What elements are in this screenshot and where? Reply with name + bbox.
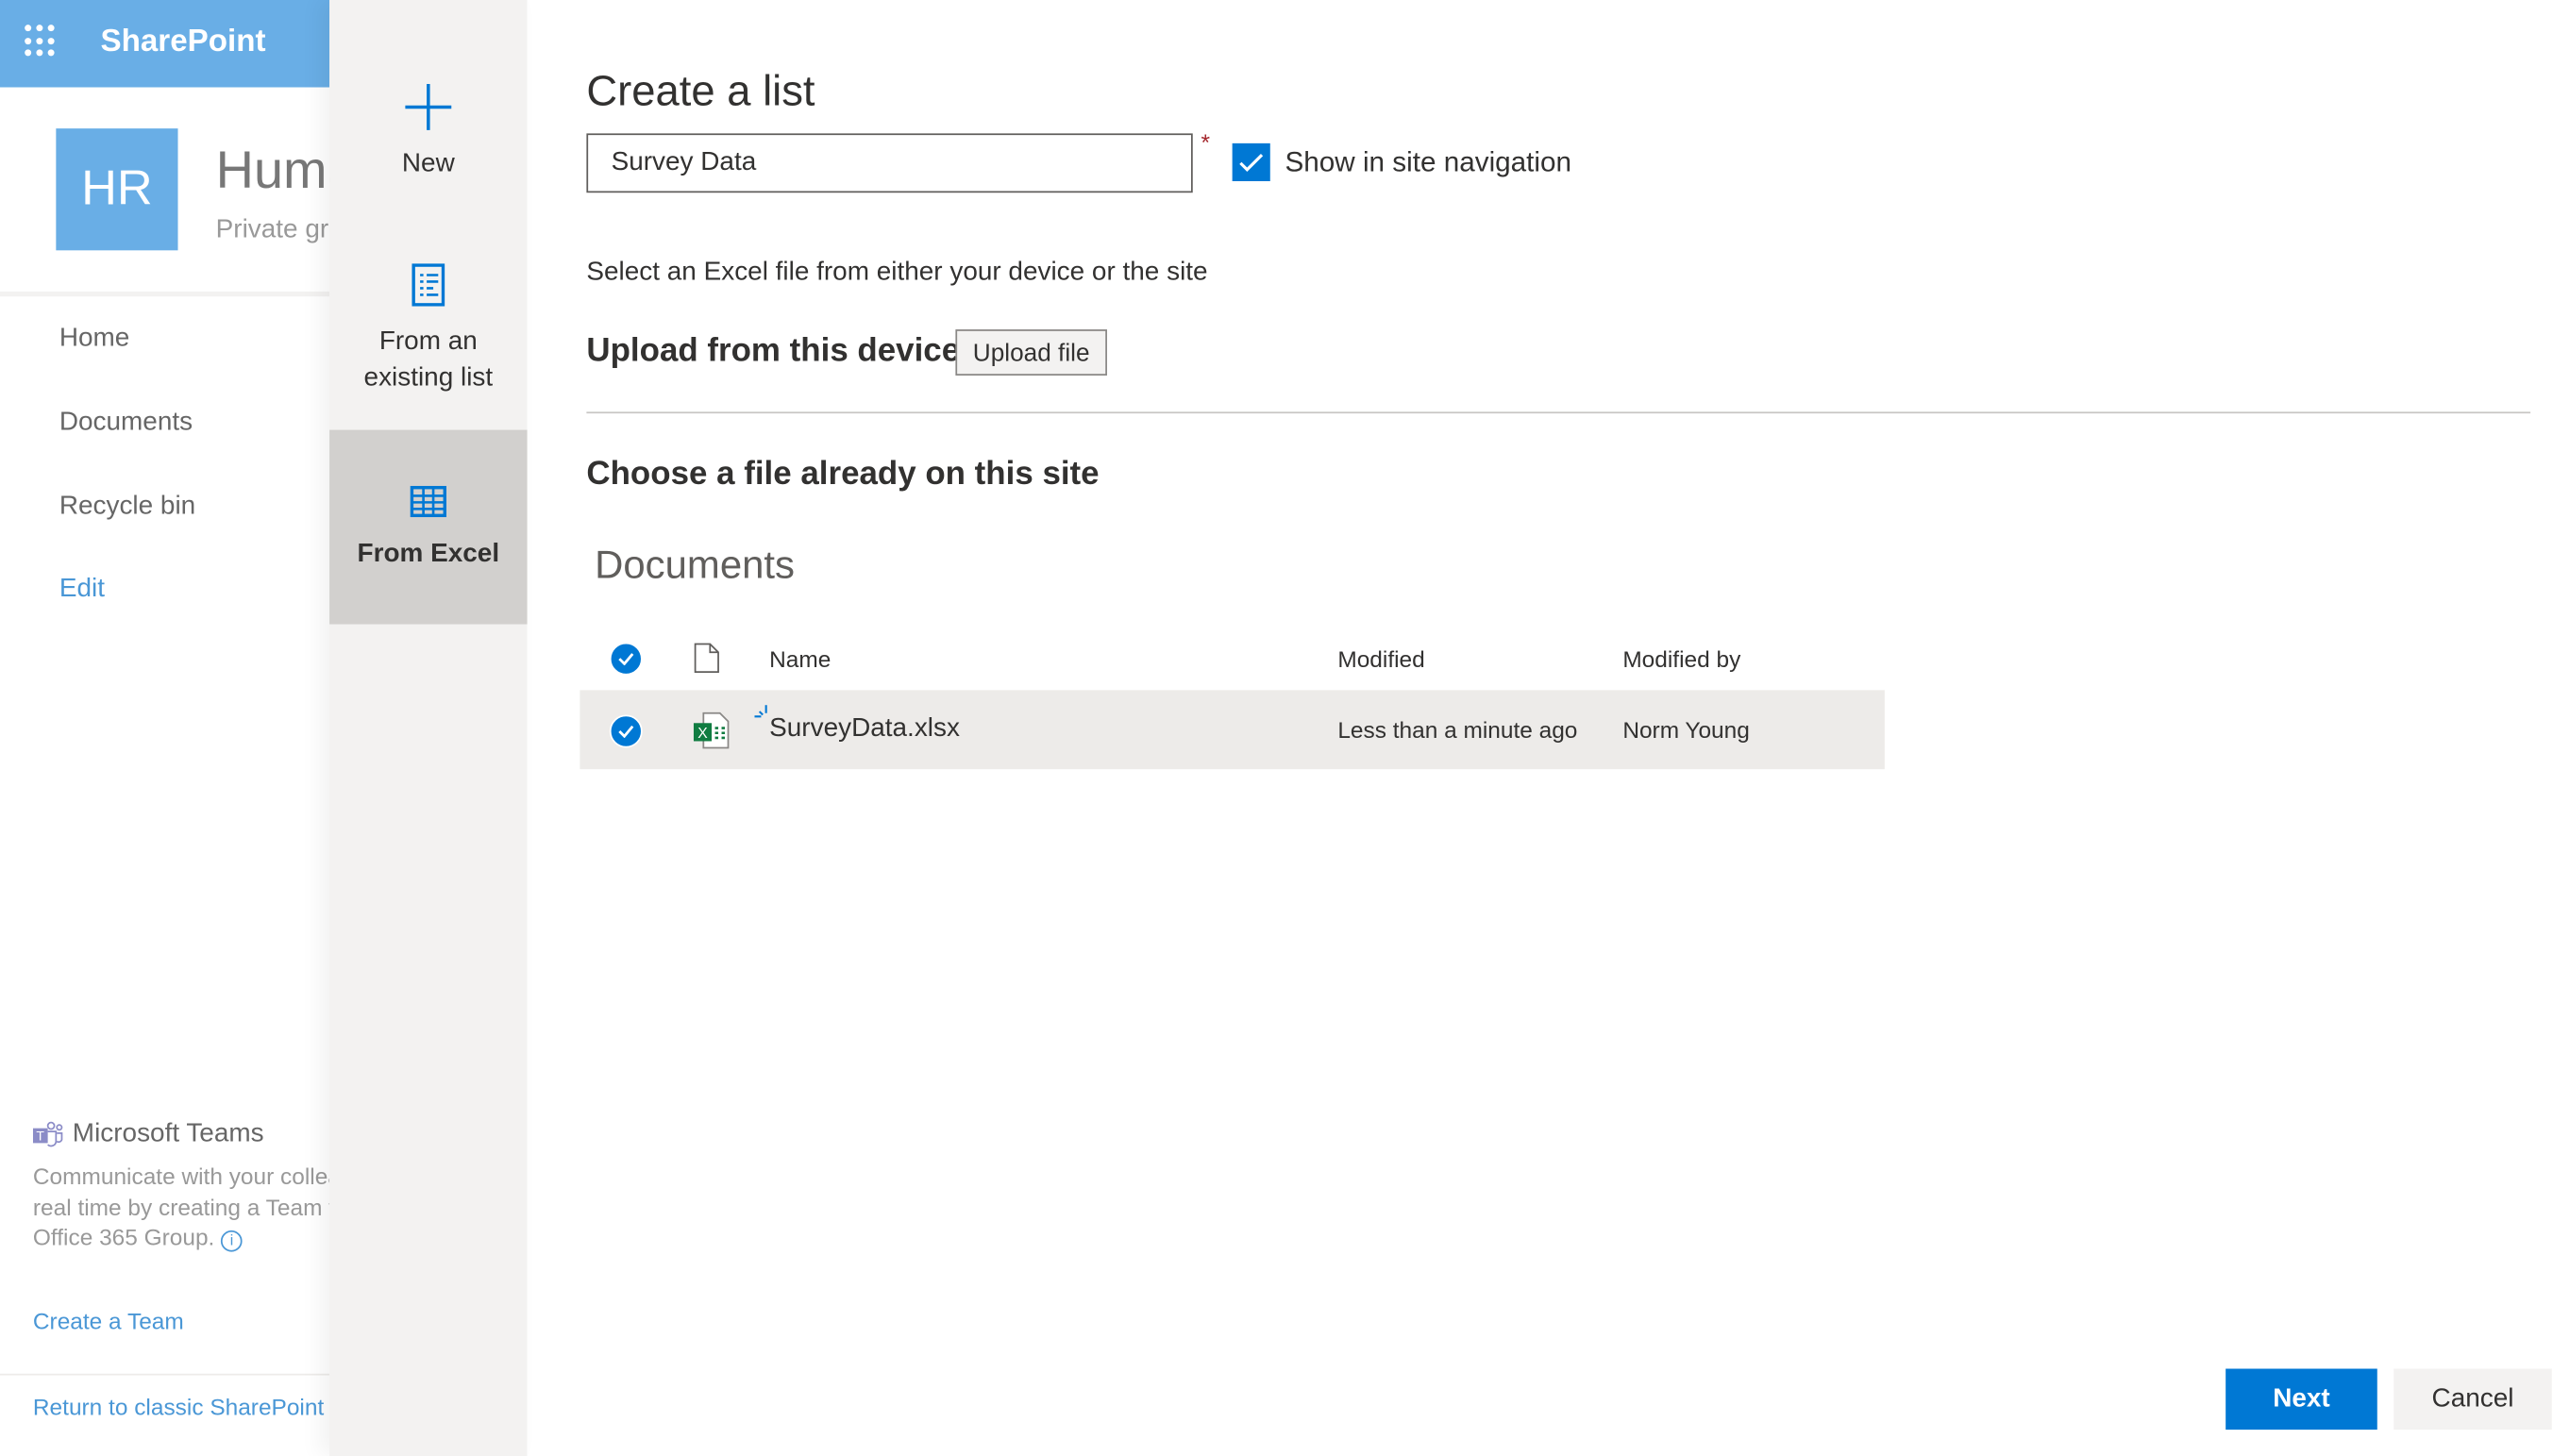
nav-item-home[interactable]: Home (59, 325, 130, 354)
column-header-modified[interactable]: Modified (1337, 645, 1424, 672)
option-from-existing-list[interactable]: From an existing list (329, 263, 527, 411)
site-subtitle: Private group (215, 215, 329, 244)
column-header-modified-by[interactable]: Modified by (1622, 645, 1740, 672)
cell-modified-by[interactable]: Norm Young (1622, 716, 1750, 743)
nav-item-recycle-bin[interactable]: Recycle bin (59, 493, 195, 522)
teams-icon: T (32, 1120, 63, 1146)
option-label: From Excel (357, 540, 500, 569)
page-title: Create a list (586, 65, 815, 116)
site-title[interactable]: Human Resources (216, 140, 329, 201)
row-checkbox[interactable] (609, 714, 643, 748)
instruction-text: Select an Excel file from either your de… (586, 259, 1208, 287)
file-name-link[interactable]: SurveyData.xlsx (769, 715, 960, 745)
create-list-form: Create a list * Show in site navigation … (528, 0, 2570, 1456)
option-new[interactable]: New (329, 82, 527, 214)
return-to-classic-link[interactable]: Return to classic SharePoint (33, 1394, 324, 1420)
nav-item-documents[interactable]: Documents (59, 409, 193, 438)
column-header-name[interactable]: Name (769, 645, 831, 672)
option-from-excel[interactable]: From Excel (329, 429, 528, 625)
choose-file-heading: Choose a file already on this site (586, 456, 1100, 493)
teams-heading: T Microsoft Teams (32, 1119, 264, 1149)
list-icon (412, 263, 445, 307)
svg-text:T: T (36, 1128, 44, 1143)
nav-edit-link[interactable]: Edit (59, 575, 105, 604)
next-button[interactable]: Next (2226, 1368, 2377, 1431)
svg-text:X: X (697, 726, 708, 742)
site-initials: HR (81, 161, 153, 216)
required-indicator: * (1201, 128, 1210, 156)
teams-description: Communicate with your colleagues in real… (33, 1162, 329, 1253)
checkmark-icon (618, 653, 634, 666)
select-all-checkbox[interactable] (609, 642, 643, 676)
create-options-panel: New From an existing list From Excel (329, 0, 528, 1456)
app-name[interactable]: SharePoint (100, 25, 265, 60)
app-bar: SharePoint (0, 0, 330, 88)
info-icon[interactable]: i (221, 1230, 243, 1252)
cell-modified: Less than a minute ago (1337, 716, 1578, 744)
app-launcher-icon[interactable] (25, 25, 58, 58)
upload-heading: Upload from this device (586, 332, 961, 369)
upload-file-button[interactable]: Upload file (955, 329, 1107, 376)
create-team-link[interactable]: Create a Team (33, 1308, 184, 1334)
library-title: Documents (595, 544, 796, 589)
checkmark-icon (618, 725, 634, 738)
plus-icon (405, 84, 452, 130)
cancel-button[interactable]: Cancel (2394, 1368, 2552, 1431)
divider (0, 291, 330, 297)
list-name-input[interactable] (586, 133, 1193, 193)
file-type-icon (694, 643, 719, 674)
show-in-navigation-label[interactable]: Show in site navigation (1285, 146, 1571, 179)
divider (586, 411, 2531, 414)
show-in-navigation-checkbox[interactable] (1232, 142, 1270, 182)
table-icon (410, 485, 447, 518)
table-row[interactable]: X SurveyData.xlsx Less than a minute ago… (580, 690, 1885, 770)
option-label: From an existing list (363, 327, 494, 393)
option-label: New (401, 149, 455, 178)
teams-description-text: Communicate with your colleagues in real… (32, 1163, 329, 1250)
site-logo[interactable]: HR (56, 128, 178, 251)
site-navigation: HR Human Resources Private group Home Do… (0, 87, 330, 1456)
checkmark-icon (1239, 153, 1264, 172)
excel-file-icon: X (693, 711, 730, 749)
divider (0, 1373, 330, 1376)
teams-title: Microsoft Teams (72, 1119, 264, 1148)
